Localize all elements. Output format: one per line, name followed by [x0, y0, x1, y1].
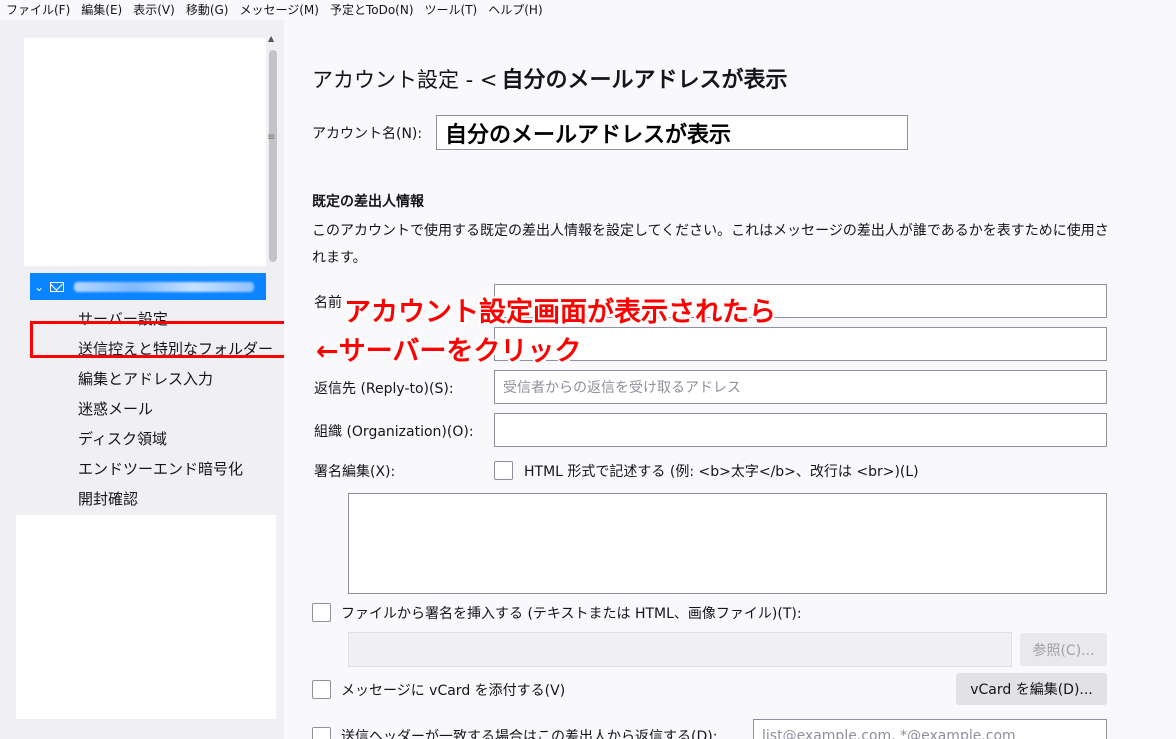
scroll-thumb[interactable] [269, 50, 277, 262]
signature-label: 署名編集(X): [314, 464, 396, 480]
edit-vcard-button[interactable]: vCard を編集(D)... [956, 673, 1107, 705]
menu-file[interactable]: ファイル(F) [6, 0, 70, 20]
menu-help[interactable]: ヘルプ(H) [488, 0, 542, 20]
page-title-prefix: アカウント設定 - < [312, 68, 498, 92]
annotation-line-2: ←サーバーをクリック [316, 336, 582, 367]
menubar: ファイル(F) 編集(E) 表示(V) 移動(G) メッセージ(M) 予定とTo… [0, 0, 1176, 20]
sidebar-item-disk-space[interactable]: ディスク領域 [78, 424, 273, 454]
reply-to-label: 返信先 (Reply-to)(S): [314, 381, 454, 397]
menu-message[interactable]: メッセージ(M) [239, 0, 318, 20]
signature-file-input[interactable] [348, 632, 1012, 667]
page-title-account: 自分のメールアドレスが表示 [501, 68, 788, 93]
sidebar-item-e2e-encryption[interactable]: エンドツーエンド暗号化 [78, 454, 273, 484]
reply-to-input[interactable]: 受信者からの返信を受け取るアドレス [494, 370, 1107, 404]
html-signature-checkbox[interactable] [494, 461, 513, 480]
file-signature-label: ファイルから署名を挿入する (テキストまたは HTML、画像ファイル)(T): [341, 606, 802, 622]
account-name-blurred [74, 281, 254, 292]
section-heading: 既定の差出人情報 [312, 194, 424, 210]
redacted-area-top [24, 38, 266, 266]
sidebar-item-return-receipts[interactable]: 開封確認 [78, 484, 273, 514]
scroll-up-icon[interactable]: ▲ [268, 34, 274, 43]
sidebar-item-composition[interactable]: 編集とアドレス入力 [78, 364, 273, 394]
highlight-box [30, 321, 300, 358]
vcard-label: メッセージに vCard を添付する(V) [341, 683, 566, 699]
envelope-icon [50, 281, 64, 292]
menu-tools[interactable]: ツール(T) [425, 0, 478, 20]
account-name-input[interactable]: 自分のメールアドレスが表示 [436, 115, 908, 150]
name-label: 名前 [314, 295, 342, 311]
sidebar-item-junk[interactable]: 迷惑メール [78, 394, 273, 424]
menu-go[interactable]: 移動(G) [186, 0, 229, 20]
page-title: アカウント設定 - < 自分のメールアドレスが表示 [312, 62, 788, 94]
file-signature-checkbox[interactable] [312, 603, 331, 622]
menu-edit[interactable]: 編集(E) [81, 0, 122, 20]
organization-label: 組織 (Organization)(O): [314, 424, 474, 440]
account-tree-item[interactable]: ⌄ [30, 273, 266, 300]
organization-input[interactable] [494, 413, 1107, 447]
annotation-line-1: アカウント設定画面が表示されたら [344, 297, 776, 328]
chevron-down-icon[interactable]: ⌄ [34, 280, 48, 294]
account-name-label: アカウント名(N): [312, 126, 423, 142]
menu-view[interactable]: 表示(V) [133, 0, 175, 20]
browse-button[interactable]: 参照(C)... [1020, 633, 1107, 666]
signature-textarea[interactable] [348, 493, 1107, 594]
vcard-checkbox[interactable] [312, 680, 331, 699]
section-description: このアカウントで使用する既定の差出人情報を設定してください。これはメッセージの差… [312, 223, 1109, 266]
menu-events-tasks[interactable]: 予定とToDo(N) [330, 0, 414, 20]
email-input[interactable] [494, 327, 1107, 361]
redacted-area-bottom [16, 515, 276, 719]
html-signature-label: HTML 形式で記述する (例: <b>太字</b>、改行は <br>)(L) [524, 464, 919, 480]
sidebar-scrollbar[interactable]: ▲ ≡ [266, 34, 280, 294]
scroll-grip-icon: ≡ [267, 132, 276, 143]
reply-header-input[interactable]: list@example.com, *@example.com [753, 719, 1107, 739]
reply-header-checkbox[interactable] [312, 727, 331, 739]
reply-header-label: 送信ヘッダーが一致する場合はこの差出人から返信する(D): [341, 729, 718, 739]
